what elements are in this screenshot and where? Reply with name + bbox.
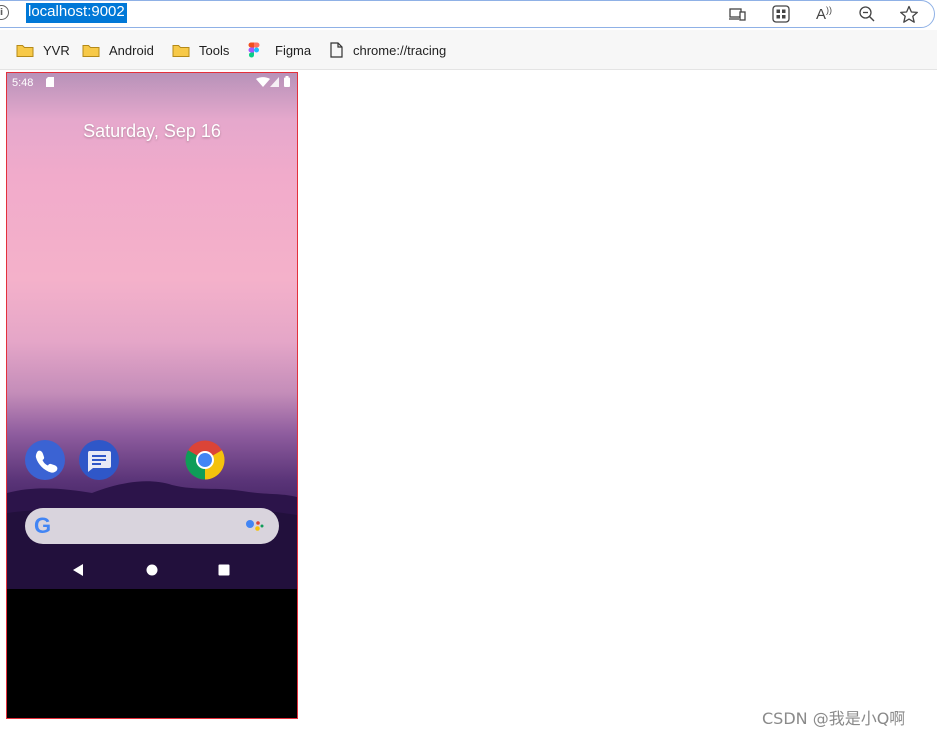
emulator-empty-area: [7, 589, 297, 718]
bookmark-figma[interactable]: Figma: [248, 41, 311, 59]
bookmark-android[interactable]: Android: [82, 41, 154, 59]
status-time: 5:48: [12, 77, 34, 89]
watermark: CSDN @我是小Q啊: [762, 709, 906, 728]
bookmark-label: chrome://tracing: [353, 42, 447, 58]
phone-emulator-screen[interactable]: 5:48 Saturday, Sep 16 G: [6, 72, 298, 719]
address-field[interactable]: [0, 0, 935, 28]
sd-card-icon: [46, 77, 54, 87]
back-button[interactable]: [71, 563, 85, 577]
home-button[interactable]: [146, 564, 158, 576]
bookmark-chrome-tracing[interactable]: chrome://tracing: [330, 41, 446, 59]
phone-app-icon[interactable]: [25, 440, 65, 480]
signal-icon: [270, 77, 279, 87]
google-assistant-icon[interactable]: [245, 518, 265, 534]
bookmark-label: Figma: [275, 42, 312, 58]
url-text[interactable]: localhost:9002: [26, 3, 127, 23]
folder-icon: [16, 44, 34, 57]
status-bar: 5:48: [7, 73, 297, 93]
figma-icon: [248, 42, 260, 57]
page-icon: [330, 42, 343, 58]
chrome-app-icon[interactable]: [185, 440, 225, 480]
address-bar[interactable]: i localhost:9002 A)): [0, 0, 937, 30]
battery-icon: [284, 76, 290, 87]
read-aloud-glyph: A: [815, 5, 826, 23]
google-search-bar[interactable]: G: [25, 508, 279, 544]
bookmark-label: Android: [109, 42, 154, 58]
bookmark-label: YVR: [43, 42, 70, 58]
apps-icon[interactable]: [771, 4, 791, 24]
bookmark-tools[interactable]: Tools: [172, 41, 229, 59]
bookmark-label: Tools: [199, 42, 230, 58]
bookmark-yvr[interactable]: YVR: [16, 41, 70, 59]
folder-icon: [172, 44, 190, 57]
home-date[interactable]: Saturday, Sep 16: [7, 121, 297, 142]
messages-app-icon[interactable]: [79, 440, 119, 480]
zoom-out-icon[interactable]: [857, 4, 877, 24]
devices-icon[interactable]: [727, 4, 747, 24]
wifi-icon: [256, 77, 270, 87]
google-logo-icon: G: [34, 513, 52, 538]
read-aloud-icon[interactable]: A)): [814, 4, 834, 24]
folder-icon: [82, 44, 100, 57]
recents-button[interactable]: [218, 564, 230, 576]
favorite-star-icon[interactable]: [899, 4, 919, 24]
bookmarks-bar: YVR Android Tools Figma chrome://tracing: [0, 30, 937, 70]
android-nav-bar: [7, 553, 297, 589]
